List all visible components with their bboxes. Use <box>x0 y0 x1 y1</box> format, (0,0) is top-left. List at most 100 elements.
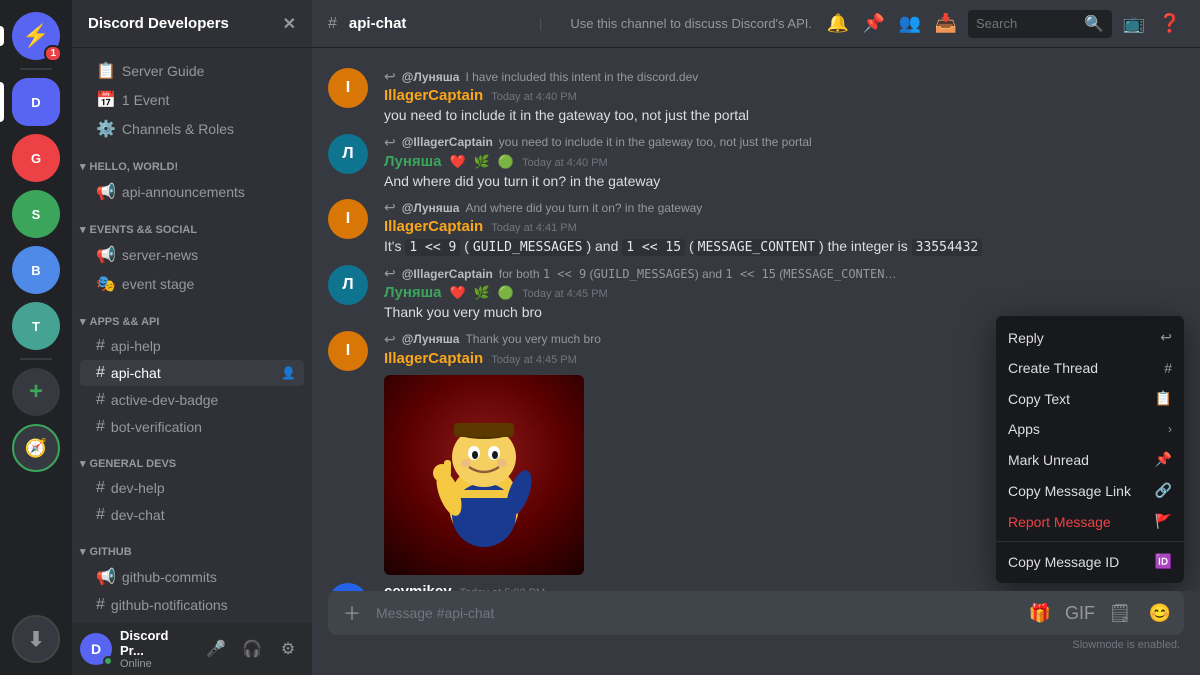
badge-circle-m2: 🟢 <box>498 154 514 170</box>
server-icon-discord[interactable]: ⚡ 1 <box>12 12 60 60</box>
header-actions: 🔔 📌 👥 📥 🔍 📺 ❓ <box>824 10 1184 38</box>
badge-heart-m2: ❤️ <box>450 154 466 170</box>
channel-item-dev-help[interactable]: # dev-help <box>80 475 304 501</box>
mute-button[interactable]: 🎤 <box>200 633 232 665</box>
badge-heart-m4: ❤️ <box>450 285 466 301</box>
reply-bar-m2: ↩ @IllagerCaptain you need to include it… <box>384 134 1184 151</box>
message-header-m4: Луняша ❤️ 🌿 🟢 Today at 4:45 PM <box>384 284 1184 301</box>
message-header-m6: ceymikey Today at 5:02 PM <box>384 583 1184 591</box>
channel-icon-events: 📅 <box>96 90 116 110</box>
server-name: Discord Developers <box>88 15 229 32</box>
server-icon-s2[interactable]: G <box>12 134 60 182</box>
channel-item-active-dev-badge[interactable]: # active-dev-badge <box>80 387 304 413</box>
message-author-m5[interactable]: IllagerCaptain <box>384 350 483 367</box>
context-copy-icon: 📋 <box>1155 390 1172 407</box>
context-mark-unread[interactable]: Mark Unread 📌 <box>996 444 1184 475</box>
attach-button[interactable]: ＋ <box>336 597 368 629</box>
message-author-m4[interactable]: Луняша <box>384 284 442 301</box>
server-divider-2 <box>20 358 52 360</box>
reply-author-m3[interactable]: @Луняша <box>402 201 460 215</box>
server-header[interactable]: Discord Developers ✕ <box>72 0 312 48</box>
context-reply[interactable]: Reply ↩ <box>996 322 1184 353</box>
channel-item-server-guide[interactable]: 📋 Server Guide <box>80 57 304 85</box>
server-icon-s4[interactable]: B <box>12 246 60 294</box>
channel-item-api-help[interactable]: # api-help <box>80 333 304 359</box>
sticker-button[interactable]: 🗒 <box>1104 597 1136 629</box>
main-content: # api-chat | Use this channel to discuss… <box>312 0 1200 675</box>
reply-bar-m4: ↩ @IllagerCaptain for both 1 << 9 (GUILD… <box>384 265 1184 282</box>
channel-item-api-announcements[interactable]: 📢 api-announcements <box>80 178 304 206</box>
server-icon-s1[interactable]: D <box>12 78 60 126</box>
channel-item-server-news[interactable]: 📢 server-news <box>80 241 304 269</box>
context-report-icon: 🚩 <box>1155 513 1172 530</box>
search-input[interactable] <box>976 16 1078 31</box>
reply-author-m1[interactable]: @Луняша <box>402 70 460 84</box>
chat-header: # api-chat | Use this channel to discuss… <box>312 0 1200 48</box>
message-author-m1[interactable]: IllagerCaptain <box>384 87 483 104</box>
server-icon-explore[interactable]: 🧭 <box>12 424 60 472</box>
message-content-m2: ↩ @IllagerCaptain you need to include it… <box>384 134 1184 192</box>
channel-item-dev-chat[interactable]: # dev-chat <box>80 502 304 528</box>
server-icon-s5[interactable]: T <box>12 302 60 350</box>
category-github[interactable]: ▾ GITHUB <box>72 529 312 562</box>
context-report[interactable]: Report Message 🚩 <box>996 506 1184 537</box>
channel-item-api-chat[interactable]: # api-chat 👤 <box>80 360 304 386</box>
reply-author-m5[interactable]: @Луняша <box>402 332 460 346</box>
context-reply-label: Reply <box>1008 330 1044 346</box>
user-status-dot <box>103 656 113 666</box>
context-copy-link[interactable]: Copy Message Link 🔗 <box>996 475 1184 506</box>
gift-button[interactable]: 🎁 <box>1024 597 1056 629</box>
message-text-m1: you need to include it in the gateway to… <box>384 106 1184 126</box>
channel-item-github-commits[interactable]: 📢 github-commits <box>80 563 304 591</box>
avatar-m4: Л <box>328 265 368 305</box>
channel-item-events[interactable]: 📅 1 Event <box>80 86 304 114</box>
message-group-m3: I ↩ @Луняша And where did you turn it on… <box>312 195 1200 261</box>
message-input[interactable] <box>376 605 1016 621</box>
context-create-thread[interactable]: Create Thread # <box>996 353 1184 383</box>
members-icon[interactable]: 👥 <box>896 10 924 38</box>
context-apps[interactable]: Apps › <box>996 414 1184 444</box>
context-copy-label: Copy Text <box>1008 391 1070 407</box>
settings-button[interactable]: ⚙ <box>272 633 304 665</box>
reply-text-m2: you need to include it in the gateway to… <box>499 135 812 149</box>
context-copy-id[interactable]: Copy Message ID 🆔 <box>996 546 1184 577</box>
reply-author-m4[interactable]: @IllagerCaptain <box>402 267 493 281</box>
message-author-m6[interactable]: ceymikey <box>384 583 452 591</box>
channel-item-bot-verification[interactable]: # bot-verification <box>80 414 304 440</box>
gif-button[interactable]: GIF <box>1064 597 1096 629</box>
message-time-m2: Today at 4:40 PM <box>522 157 608 169</box>
inbox-icon[interactable]: 📥 <box>932 10 960 38</box>
reply-author-m2[interactable]: @IllagerCaptain <box>402 135 493 149</box>
context-copy-text[interactable]: Copy Text 📋 <box>996 383 1184 414</box>
add-server-button[interactable]: + <box>12 368 60 416</box>
server-icon-download[interactable]: ⬇ <box>12 615 60 663</box>
channel-icon-guide: 📋 <box>96 61 116 81</box>
category-apps-api[interactable]: ▾ APPS && API <box>72 299 312 332</box>
boost-icon[interactable]: 🔔 <box>824 10 852 38</box>
channel-item-event-stage[interactable]: 🎭 event stage <box>80 270 304 298</box>
inbox-icon-2[interactable]: 📺 <box>1120 10 1148 38</box>
channel-icon-roles: ⚙️ <box>96 119 116 139</box>
search-box[interactable]: 🔍 <box>968 10 1112 38</box>
message-content-m4: ↩ @IllagerCaptain for both 1 << 9 (GUILD… <box>384 265 1184 323</box>
category-general-devs[interactable]: ▾ GENERAL DEVS <box>72 441 312 474</box>
message-author-m3[interactable]: IllagerCaptain <box>384 218 483 235</box>
help-icon[interactable]: ❓ <box>1156 10 1184 38</box>
channel-item-github-notifications[interactable]: # github-notifications <box>80 592 304 618</box>
reply-icon: ↩ <box>384 68 396 85</box>
deafen-button[interactable]: 🎧 <box>236 633 268 665</box>
category-hello-world[interactable]: ▾ HELLO, WORLD! <box>72 144 312 177</box>
message-group-m1: I ↩ @Луняша I have included this intent … <box>312 64 1200 130</box>
chat-channel-desc: Use this channel to discuss Discord's AP… <box>570 16 812 31</box>
server-icon-s3[interactable]: S <box>12 190 60 238</box>
message-author-m2[interactable]: Луняша <box>384 153 442 170</box>
badge-leaf-m4: 🌿 <box>474 285 490 301</box>
emoji-button[interactable]: 😊 <box>1144 597 1176 629</box>
reply-icon-m2: ↩ <box>384 134 396 151</box>
chat-channel-name: api-chat <box>349 15 519 32</box>
channel-item-channels-roles[interactable]: ⚙️ Channels & Roles <box>80 115 304 143</box>
context-id-label: Copy Message ID <box>1008 554 1119 570</box>
slowmode-notice: Slowmode is enabled. <box>328 639 1184 651</box>
category-events-social[interactable]: ▾ EVENTS && SOCIAL <box>72 207 312 240</box>
pin-icon[interactable]: 📌 <box>860 10 888 38</box>
